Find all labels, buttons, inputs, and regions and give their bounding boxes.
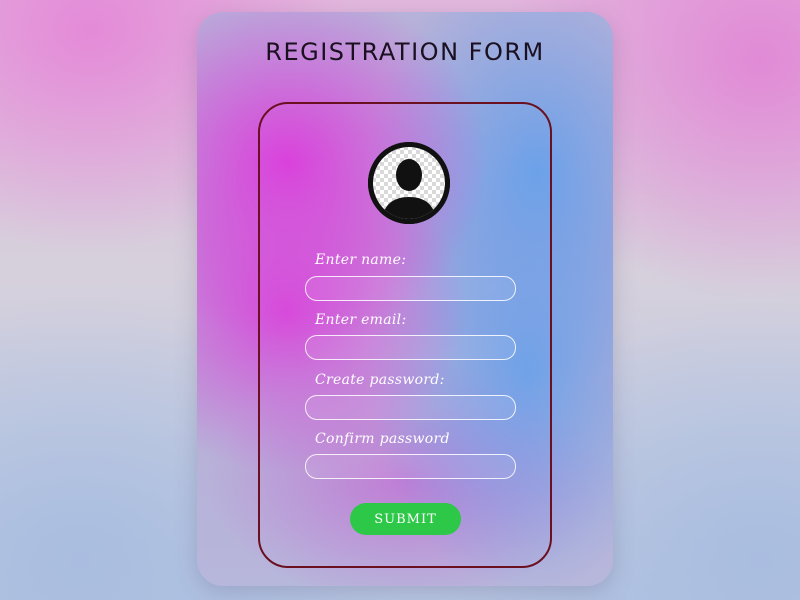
name-field[interactable]	[305, 276, 516, 301]
confirm-password-label: Confirm password	[315, 431, 450, 447]
avatar-svg	[368, 142, 450, 224]
registration-card: REGISTRATION FORM Enter name: Enter emai…	[197, 12, 613, 586]
email-field[interactable]	[305, 335, 516, 360]
submit-button[interactable]: SUBMIT	[350, 503, 461, 535]
name-label: Enter name:	[315, 252, 407, 268]
email-label: Enter email:	[315, 312, 407, 328]
create-password-field[interactable]	[305, 395, 516, 420]
create-password-label: Create password:	[315, 372, 445, 388]
user-avatar-icon	[368, 142, 450, 224]
confirm-password-field[interactable]	[305, 454, 516, 479]
form-title: REGISTRATION FORM	[265, 38, 545, 66]
